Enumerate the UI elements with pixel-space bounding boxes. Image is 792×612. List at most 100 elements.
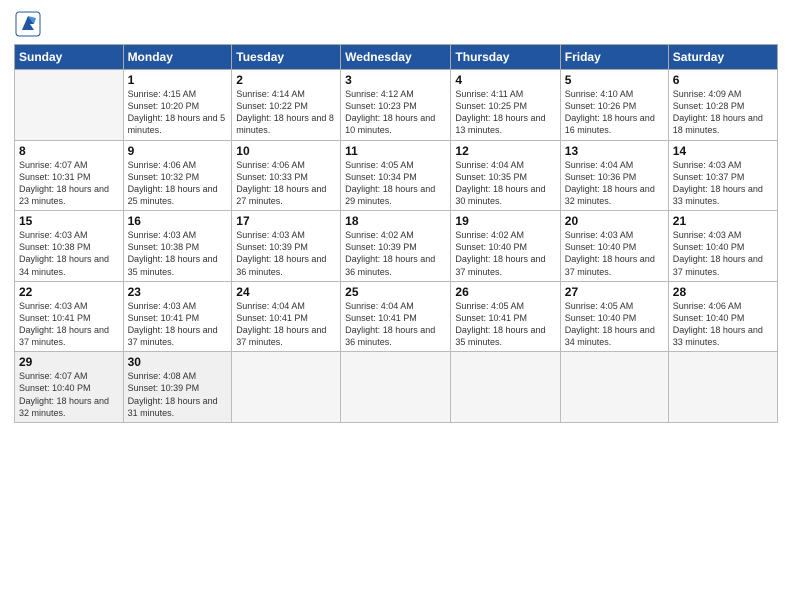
day-number: 10 — [236, 144, 336, 158]
calendar-cell: 28Sunrise: 4:06 AMSunset: 10:40 PMDaylig… — [668, 281, 777, 352]
day-info: Sunrise: 4:09 AMSunset: 10:28 PMDaylight… — [673, 88, 773, 137]
day-number: 14 — [673, 144, 773, 158]
day-info: Sunrise: 4:02 AMSunset: 10:39 PMDaylight… — [345, 229, 446, 278]
calendar-cell — [15, 70, 124, 141]
day-info: Sunrise: 4:03 AMSunset: 10:39 PMDaylight… — [236, 229, 336, 278]
calendar-cell: 18Sunrise: 4:02 AMSunset: 10:39 PMDaylig… — [341, 211, 451, 282]
calendar-cell: 11Sunrise: 4:05 AMSunset: 10:34 PMDaylig… — [341, 140, 451, 211]
day-number: 16 — [128, 214, 228, 228]
calendar-cell: 16Sunrise: 4:03 AMSunset: 10:38 PMDaylig… — [123, 211, 232, 282]
col-header-friday: Friday — [560, 45, 668, 70]
day-number: 3 — [345, 73, 446, 87]
day-info: Sunrise: 4:11 AMSunset: 10:25 PMDaylight… — [455, 88, 555, 137]
calendar-cell: 26Sunrise: 4:05 AMSunset: 10:41 PMDaylig… — [451, 281, 560, 352]
calendar-cell: 25Sunrise: 4:04 AMSunset: 10:41 PMDaylig… — [341, 281, 451, 352]
day-number: 9 — [128, 144, 228, 158]
calendar-cell — [232, 352, 341, 423]
day-info: Sunrise: 4:12 AMSunset: 10:23 PMDaylight… — [345, 88, 446, 137]
calendar-cell: 27Sunrise: 4:05 AMSunset: 10:40 PMDaylig… — [560, 281, 668, 352]
day-info: Sunrise: 4:03 AMSunset: 10:37 PMDaylight… — [673, 159, 773, 208]
logo — [14, 10, 46, 38]
day-info: Sunrise: 4:04 AMSunset: 10:35 PMDaylight… — [455, 159, 555, 208]
calendar-cell: 12Sunrise: 4:04 AMSunset: 10:35 PMDaylig… — [451, 140, 560, 211]
day-number: 4 — [455, 73, 555, 87]
week-row-5: 29Sunrise: 4:07 AMSunset: 10:40 PMDaylig… — [15, 352, 778, 423]
calendar-cell: 22Sunrise: 4:03 AMSunset: 10:41 PMDaylig… — [15, 281, 124, 352]
day-number: 1 — [128, 73, 228, 87]
calendar-cell: 30Sunrise: 4:08 AMSunset: 10:39 PMDaylig… — [123, 352, 232, 423]
day-info: Sunrise: 4:04 AMSunset: 10:41 PMDaylight… — [236, 300, 336, 349]
calendar-cell: 4Sunrise: 4:11 AMSunset: 10:25 PMDayligh… — [451, 70, 560, 141]
day-info: Sunrise: 4:10 AMSunset: 10:26 PMDaylight… — [565, 88, 664, 137]
day-number: 5 — [565, 73, 664, 87]
page: SundayMondayTuesdayWednesdayThursdayFrid… — [0, 0, 792, 612]
calendar-cell: 15Sunrise: 4:03 AMSunset: 10:38 PMDaylig… — [15, 211, 124, 282]
day-info: Sunrise: 4:02 AMSunset: 10:40 PMDaylight… — [455, 229, 555, 278]
calendar-cell: 24Sunrise: 4:04 AMSunset: 10:41 PMDaylig… — [232, 281, 341, 352]
day-info: Sunrise: 4:03 AMSunset: 10:41 PMDaylight… — [128, 300, 228, 349]
col-header-monday: Monday — [123, 45, 232, 70]
calendar-cell: 9Sunrise: 4:06 AMSunset: 10:32 PMDayligh… — [123, 140, 232, 211]
calendar-cell: 13Sunrise: 4:04 AMSunset: 10:36 PMDaylig… — [560, 140, 668, 211]
day-number: 6 — [673, 73, 773, 87]
col-header-wednesday: Wednesday — [341, 45, 451, 70]
col-header-thursday: Thursday — [451, 45, 560, 70]
day-number: 26 — [455, 285, 555, 299]
day-number: 18 — [345, 214, 446, 228]
day-info: Sunrise: 4:15 AMSunset: 10:20 PMDaylight… — [128, 88, 228, 137]
col-header-saturday: Saturday — [668, 45, 777, 70]
day-number: 2 — [236, 73, 336, 87]
calendar-cell: 2Sunrise: 4:14 AMSunset: 10:22 PMDayligh… — [232, 70, 341, 141]
day-number: 30 — [128, 355, 228, 369]
calendar-cell: 29Sunrise: 4:07 AMSunset: 10:40 PMDaylig… — [15, 352, 124, 423]
calendar-cell: 1Sunrise: 4:15 AMSunset: 10:20 PMDayligh… — [123, 70, 232, 141]
header — [14, 10, 778, 38]
day-number: 27 — [565, 285, 664, 299]
day-info: Sunrise: 4:03 AMSunset: 10:40 PMDaylight… — [565, 229, 664, 278]
calendar-cell: 8Sunrise: 4:07 AMSunset: 10:31 PMDayligh… — [15, 140, 124, 211]
day-info: Sunrise: 4:08 AMSunset: 10:39 PMDaylight… — [128, 370, 228, 419]
day-info: Sunrise: 4:06 AMSunset: 10:33 PMDaylight… — [236, 159, 336, 208]
calendar-cell: 6Sunrise: 4:09 AMSunset: 10:28 PMDayligh… — [668, 70, 777, 141]
day-number: 20 — [565, 214, 664, 228]
logo-icon — [14, 10, 42, 38]
week-row-4: 22Sunrise: 4:03 AMSunset: 10:41 PMDaylig… — [15, 281, 778, 352]
day-number: 17 — [236, 214, 336, 228]
day-info: Sunrise: 4:04 AMSunset: 10:41 PMDaylight… — [345, 300, 446, 349]
day-info: Sunrise: 4:03 AMSunset: 10:41 PMDaylight… — [19, 300, 119, 349]
day-number: 24 — [236, 285, 336, 299]
day-info: Sunrise: 4:06 AMSunset: 10:32 PMDaylight… — [128, 159, 228, 208]
day-info: Sunrise: 4:07 AMSunset: 10:31 PMDaylight… — [19, 159, 119, 208]
calendar-cell — [668, 352, 777, 423]
calendar-cell: 3Sunrise: 4:12 AMSunset: 10:23 PMDayligh… — [341, 70, 451, 141]
day-info: Sunrise: 4:05 AMSunset: 10:34 PMDaylight… — [345, 159, 446, 208]
day-number: 23 — [128, 285, 228, 299]
calendar-cell: 14Sunrise: 4:03 AMSunset: 10:37 PMDaylig… — [668, 140, 777, 211]
calendar-cell: 21Sunrise: 4:03 AMSunset: 10:40 PMDaylig… — [668, 211, 777, 282]
day-number: 13 — [565, 144, 664, 158]
day-number: 11 — [345, 144, 446, 158]
calendar-cell: 5Sunrise: 4:10 AMSunset: 10:26 PMDayligh… — [560, 70, 668, 141]
calendar-table: SundayMondayTuesdayWednesdayThursdayFrid… — [14, 44, 778, 423]
day-info: Sunrise: 4:03 AMSunset: 10:40 PMDaylight… — [673, 229, 773, 278]
day-info: Sunrise: 4:07 AMSunset: 10:40 PMDaylight… — [19, 370, 119, 419]
day-number: 12 — [455, 144, 555, 158]
day-number: 15 — [19, 214, 119, 228]
day-number: 29 — [19, 355, 119, 369]
day-info: Sunrise: 4:14 AMSunset: 10:22 PMDaylight… — [236, 88, 336, 137]
day-number: 22 — [19, 285, 119, 299]
col-header-tuesday: Tuesday — [232, 45, 341, 70]
calendar-cell: 10Sunrise: 4:06 AMSunset: 10:33 PMDaylig… — [232, 140, 341, 211]
day-info: Sunrise: 4:03 AMSunset: 10:38 PMDaylight… — [19, 229, 119, 278]
calendar-cell — [560, 352, 668, 423]
calendar-cell: 23Sunrise: 4:03 AMSunset: 10:41 PMDaylig… — [123, 281, 232, 352]
col-header-sunday: Sunday — [15, 45, 124, 70]
week-row-2: 8Sunrise: 4:07 AMSunset: 10:31 PMDayligh… — [15, 140, 778, 211]
calendar-header-row: SundayMondayTuesdayWednesdayThursdayFrid… — [15, 45, 778, 70]
day-number: 25 — [345, 285, 446, 299]
day-number: 8 — [19, 144, 119, 158]
day-info: Sunrise: 4:03 AMSunset: 10:38 PMDaylight… — [128, 229, 228, 278]
calendar-cell — [341, 352, 451, 423]
calendar-cell: 19Sunrise: 4:02 AMSunset: 10:40 PMDaylig… — [451, 211, 560, 282]
calendar-cell — [451, 352, 560, 423]
